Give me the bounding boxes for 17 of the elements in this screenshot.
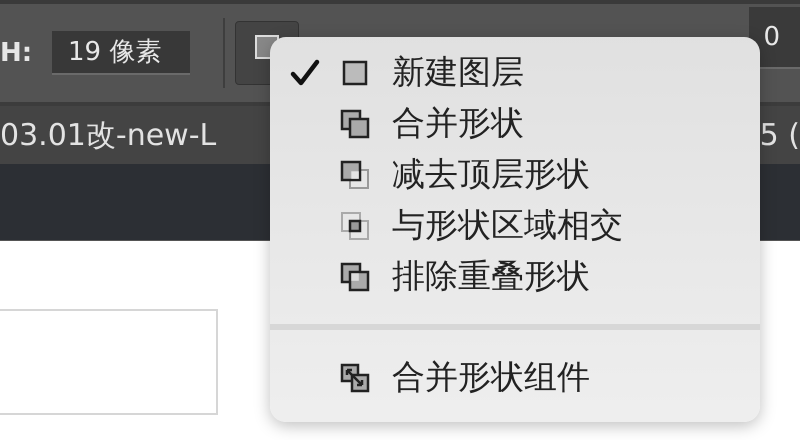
height-field[interactable]: 19 像素 bbox=[52, 31, 190, 75]
overlapping-squares-icon bbox=[340, 160, 370, 190]
menu-item[interactable]: 合并形状 bbox=[270, 98, 760, 149]
checkmark-icon bbox=[290, 58, 320, 86]
height-label: H: bbox=[0, 38, 34, 68]
document-tab[interactable]: 03.01改-new-L bbox=[0, 114, 216, 156]
overlapping-squares-icon bbox=[340, 108, 370, 138]
overlapping-squares-icon bbox=[340, 262, 370, 292]
input-field[interactable] bbox=[0, 309, 218, 415]
menu-item[interactable]: 与形状区域相交 bbox=[270, 200, 760, 251]
overlapping-squares-icon bbox=[340, 210, 370, 240]
squares-arrow-icon bbox=[340, 362, 370, 392]
document-tab[interactable]: 5 ( bbox=[760, 118, 800, 152]
menu-item[interactable]: 排除重叠形状 bbox=[270, 251, 760, 302]
menu-item[interactable]: 减去顶层形状 bbox=[270, 149, 760, 200]
menu-item[interactable]: 合并形状组件 bbox=[270, 352, 760, 403]
value-field[interactable]: 0 bbox=[749, 7, 800, 69]
